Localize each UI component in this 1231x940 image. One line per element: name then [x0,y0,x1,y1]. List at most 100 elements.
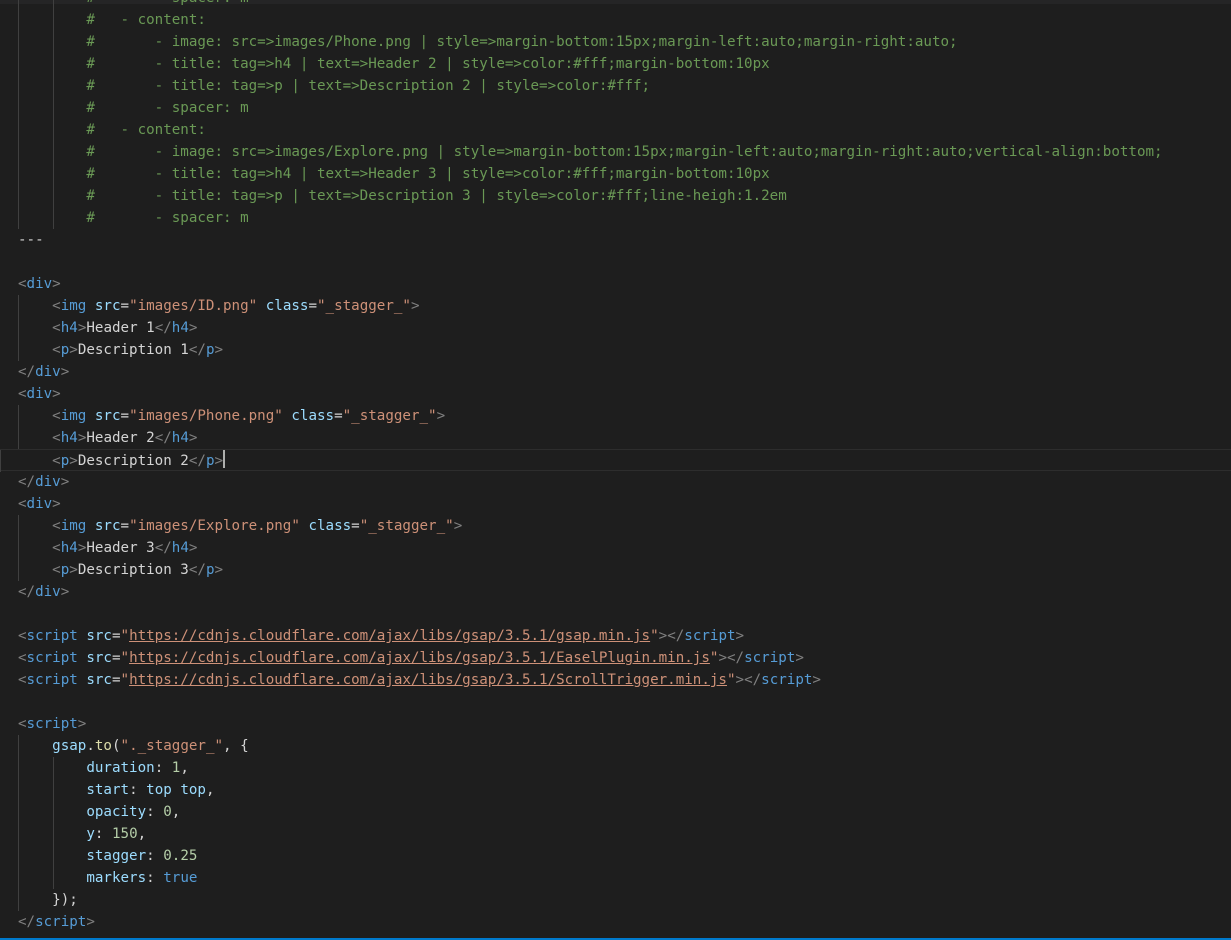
p-text: Description 2 [77,453,189,469]
code-line[interactable] [18,603,1231,625]
indent-guide [52,867,54,889]
code-line[interactable]: <img src="images/ID.png" class="_stagger… [18,295,1231,317]
indent-guide [18,163,19,185]
comment-text: # - content: [86,12,206,28]
comment-text: # - title: tag=>h4 | text=>Header 3 | st… [86,166,770,182]
indent-guide [52,9,54,31]
code-line[interactable]: start: top top, [18,779,1231,801]
indent-guide [52,0,54,9]
indent-guide [18,537,19,559]
code-line[interactable]: <p>Description 2</p> [0,449,1231,472]
code-line[interactable]: # - title: tag=>h4 | text=>Header 2 | st… [18,53,1231,75]
indent-guide [18,801,19,823]
indent-guide [18,141,19,163]
indent-guide [52,823,54,845]
code-line[interactable]: <h4>Header 3</h4> [18,537,1231,559]
indent-guide [18,185,19,207]
indent-guide [52,207,54,229]
code-area[interactable]: # - spacer: m # - content: # - image: sr… [0,0,1231,933]
code-line[interactable]: <div> [18,383,1231,405]
indent-guide [52,185,54,207]
indent-guide [52,779,54,801]
indent-guide [18,75,19,97]
indent-guide [18,823,19,845]
code-line[interactable]: </div> [18,471,1231,493]
h4-text: Header 1 [86,320,155,336]
indent-guide [52,845,54,867]
code-line[interactable]: stagger: 0.25 [18,845,1231,867]
indent-guide [52,141,54,163]
code-line[interactable]: <script src="https://cdnjs.cloudflare.co… [18,625,1231,647]
code-line[interactable]: <script> [18,713,1231,735]
code-line[interactable]: # - content: [18,9,1231,31]
indent-guide [18,757,19,779]
indent-guide [52,97,54,119]
code-line[interactable]: </div> [18,361,1231,383]
indent-guide [18,559,19,581]
comment-text: # - content: [86,122,206,138]
indent-guide [18,779,19,801]
indent-guide [52,163,54,185]
comment-text: # - spacer: m [86,210,249,226]
h4-text: Header 3 [86,540,155,556]
code-line[interactable]: <h4>Header 2</h4> [18,427,1231,449]
code-line[interactable]: gsap.to("._stagger_", { [18,735,1231,757]
code-line[interactable]: duration: 1, [18,757,1231,779]
code-line[interactable]: opacity: 0, [18,801,1231,823]
code-line[interactable]: # - spacer: m [18,97,1231,119]
code-line[interactable]: <div> [18,273,1231,295]
code-line[interactable]: y: 150, [18,823,1231,845]
indent-guide [18,889,19,911]
indent-guide [18,427,19,449]
code-line[interactable] [18,691,1231,713]
indent-guide [18,515,19,537]
indent-guide [18,405,19,427]
code-line[interactable]: # - title: tag=>h4 | text=>Header 3 | st… [18,163,1231,185]
code-line[interactable]: # - image: src=>images/Explore.png | sty… [18,141,1231,163]
comment-text: # - image: src=>images/Phone.png | style… [86,34,958,50]
comment-text: # - title: tag=>p | text=>Description 3 … [86,188,787,204]
code-line[interactable]: <script src="https://cdnjs.cloudflare.co… [18,647,1231,669]
code-line[interactable]: </div> [18,581,1231,603]
code-line[interactable]: <script src="https://cdnjs.cloudflare.co… [18,669,1231,691]
code-line[interactable]: <div> [18,493,1231,515]
code-line[interactable]: # - spacer: m [18,207,1231,229]
code-editor[interactable]: # - spacer: m # - content: # - image: sr… [0,0,1231,940]
script-url-link: https://cdnjs.cloudflare.com/ajax/libs/g… [129,650,710,666]
script-url-link: https://cdnjs.cloudflare.com/ajax/libs/g… [129,672,727,688]
text-cursor [223,450,226,468]
code-line[interactable]: <h4>Header 1</h4> [18,317,1231,339]
indent-guide [18,119,19,141]
indent-guide [18,9,19,31]
comment-text: # - image: src=>images/Explore.png | sty… [86,144,1163,160]
code-line[interactable]: <img src="images/Explore.png" class="_st… [18,515,1231,537]
h4-text: Header 2 [86,430,155,446]
p-text: Description 1 [77,342,189,358]
indent-guide [0,450,1,472]
indent-guide [18,317,19,339]
indent-guide [52,119,54,141]
indent-guide [18,97,19,119]
indent-guide [18,295,19,317]
code-line[interactable]: </script> [18,911,1231,933]
indent-guide [18,339,19,361]
code-line[interactable]: }); [18,889,1231,911]
code-line[interactable]: # - image: src=>images/Phone.png | style… [18,31,1231,53]
indent-guide [52,75,54,97]
code-line[interactable]: # - title: tag=>p | text=>Description 3 … [18,185,1231,207]
code-line[interactable]: # - title: tag=>p | text=>Description 2 … [18,75,1231,97]
indent-guide [52,757,54,779]
p-text: Description 3 [77,562,189,578]
indent-guide [52,53,54,75]
comment-text: # - title: tag=>p | text=>Description 2 … [86,78,651,94]
code-line[interactable]: <img src="images/Phone.png" class="_stag… [18,405,1231,427]
code-line[interactable]: <p>Description 3</p> [18,559,1231,581]
code-line[interactable]: markers: true [18,867,1231,889]
code-line[interactable] [18,251,1231,273]
code-line[interactable]: # - spacer: m [18,0,1231,9]
indent-guide [18,867,19,889]
code-line[interactable]: <p>Description 1</p> [18,339,1231,361]
indent-guide [18,845,19,867]
code-line[interactable]: --- [18,229,1231,251]
code-line[interactable]: # - content: [18,119,1231,141]
